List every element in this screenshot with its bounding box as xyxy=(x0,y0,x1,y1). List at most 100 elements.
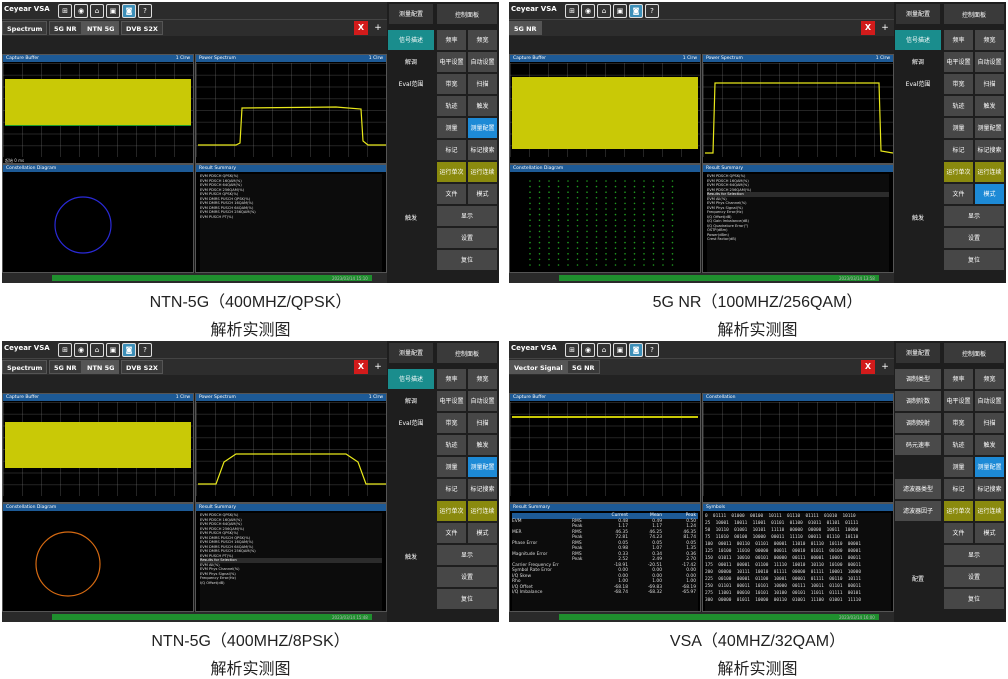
menu-trigger[interactable]: 触发 xyxy=(388,547,434,567)
freq-button[interactable]: 频率 xyxy=(437,369,466,389)
menu-eval-range[interactable]: Eval范围 xyxy=(895,74,941,94)
display-button[interactable]: 显示 xyxy=(944,545,1004,565)
meas-config-button[interactable]: 测量配置 xyxy=(468,118,497,138)
setup-button[interactable]: 设置 xyxy=(944,567,1004,587)
tab-spectrum[interactable]: Spectrum xyxy=(2,21,48,35)
run-single-button[interactable]: 运行单次 xyxy=(944,501,973,521)
preset-button[interactable]: 复位 xyxy=(944,589,1004,609)
windows-icon[interactable]: ⊞ xyxy=(58,4,72,18)
level-button[interactable]: 电平设置 xyxy=(437,391,466,411)
marker-button[interactable]: 标记 xyxy=(944,140,973,160)
file-button[interactable]: 文件 xyxy=(944,184,973,204)
constellation-window[interactable]: Constellation Diagram xyxy=(2,164,194,273)
camera-icon[interactable]: ◙ xyxy=(629,343,643,357)
level-button[interactable]: 电平设置 xyxy=(944,52,973,72)
menu-config[interactable]: 配置 xyxy=(895,569,941,589)
mode-button[interactable]: 模式 xyxy=(468,184,497,204)
tab-5gnr[interactable]: 5G NR xyxy=(49,360,82,374)
bandwidth-button[interactable]: 带宽 xyxy=(944,74,973,94)
setup-button[interactable]: 设置 xyxy=(944,228,1004,248)
tab-spectrum[interactable]: Spectrum xyxy=(2,360,48,374)
level-button[interactable]: 电平设置 xyxy=(944,391,973,411)
marker-button[interactable]: 标记 xyxy=(437,479,466,499)
menu-demod[interactable]: 解调 xyxy=(388,391,434,411)
setup-button[interactable]: 设置 xyxy=(437,228,497,248)
save-icon[interactable]: ▣ xyxy=(613,4,627,18)
home-icon[interactable]: ⌂ xyxy=(90,343,104,357)
bandwidth-button[interactable]: 带宽 xyxy=(944,413,973,433)
menu-mod-map[interactable]: 调制映射 xyxy=(895,413,941,433)
run-single-button[interactable]: 运行单次 xyxy=(437,162,466,182)
constellation-window[interactable]: Constellation Diagram xyxy=(2,503,194,612)
run-cont-button[interactable]: 运行连续 xyxy=(975,501,1004,521)
sweep-button[interactable]: 扫描 xyxy=(468,74,497,94)
menu-trigger[interactable]: 触发 xyxy=(388,208,434,228)
sweep-button[interactable]: 扫描 xyxy=(468,413,497,433)
help-icon[interactable]: ? xyxy=(645,343,659,357)
menu-filter-type[interactable]: 滤波器类型 xyxy=(895,479,941,499)
help-icon[interactable]: ? xyxy=(138,4,152,18)
add-tab-icon[interactable]: + xyxy=(372,360,384,374)
meas-config-button[interactable]: 测量配置 xyxy=(975,118,1004,138)
trigger-button[interactable]: 触发 xyxy=(975,435,1004,455)
auto-set-button[interactable]: 自动设置 xyxy=(975,391,1004,411)
trigger-button[interactable]: 触发 xyxy=(975,96,1004,116)
result-summary-window[interactable]: Result Summary EVM PDSCH QPSK(%) EVM PDS… xyxy=(702,164,894,273)
add-tab-icon[interactable]: + xyxy=(879,360,891,374)
menu-trigger[interactable]: 触发 xyxy=(895,208,941,228)
tab-5gnr[interactable]: 5G NR xyxy=(567,360,600,374)
marker-button[interactable]: 标记 xyxy=(944,479,973,499)
capture-buffer-window[interactable]: Capture Buffer 1 Clrw xyxy=(509,54,701,164)
location-icon[interactable]: ◉ xyxy=(74,343,88,357)
file-button[interactable]: 文件 xyxy=(437,184,466,204)
constellation-window[interactable]: Constellation Diagram xyxy=(509,164,701,273)
symbols-window[interactable]: Symbols 0 01111 01000 00100 10111 01110 … xyxy=(702,503,894,612)
constellation-window[interactable]: Constellation xyxy=(702,393,894,503)
auto-set-button[interactable]: 自动设置 xyxy=(468,52,497,72)
marker-search-button[interactable]: 标记搜索 xyxy=(468,140,497,160)
result-summary-window[interactable]: Result Summary EVM PDSCH QPSK(%) EVM PDS… xyxy=(195,164,387,273)
capture-buffer-window[interactable]: Capture Buffer xyxy=(509,393,701,503)
display-button[interactable]: 显示 xyxy=(437,206,497,226)
measure-button[interactable]: 测量 xyxy=(437,457,466,477)
measure-button[interactable]: 测量 xyxy=(437,118,466,138)
power-spectrum-window[interactable]: Power Spectrum 1 Clrw xyxy=(195,393,387,503)
windows-icon[interactable]: ⊞ xyxy=(58,343,72,357)
capture-buffer-window[interactable]: Capture Buffer 1 Clrw xyxy=(2,393,194,503)
trace-button[interactable]: 轨迹 xyxy=(437,435,466,455)
menu-mod-type[interactable]: 调制类型 xyxy=(895,369,941,389)
menu-eval-range[interactable]: Eval范围 xyxy=(388,74,434,94)
close-icon[interactable]: X xyxy=(861,21,875,35)
bandwidth-button[interactable]: 带宽 xyxy=(437,74,466,94)
add-tab-icon[interactable]: + xyxy=(372,21,384,35)
menu-signal-desc[interactable]: 信号描述 xyxy=(388,369,434,389)
menu-signal-desc[interactable]: 信号描述 xyxy=(895,30,941,50)
close-icon[interactable]: X xyxy=(354,360,368,374)
save-icon[interactable]: ▣ xyxy=(613,343,627,357)
auto-set-button[interactable]: 自动设置 xyxy=(468,391,497,411)
add-tab-icon[interactable]: + xyxy=(879,21,891,35)
run-cont-button[interactable]: 运行连续 xyxy=(975,162,1004,182)
close-icon[interactable]: X xyxy=(354,21,368,35)
trace-button[interactable]: 轨迹 xyxy=(944,435,973,455)
run-cont-button[interactable]: 运行连续 xyxy=(468,501,497,521)
display-button[interactable]: 显示 xyxy=(437,545,497,565)
span-button[interactable]: 频宽 xyxy=(975,369,1004,389)
menu-demod[interactable]: 解调 xyxy=(895,52,941,72)
windows-icon[interactable]: ⊞ xyxy=(565,4,579,18)
file-button[interactable]: 文件 xyxy=(437,523,466,543)
tab-vector-signal[interactable]: Vector Signal xyxy=(509,360,568,374)
sweep-button[interactable]: 扫描 xyxy=(975,413,1004,433)
marker-search-button[interactable]: 标记搜索 xyxy=(468,479,497,499)
location-icon[interactable]: ◉ xyxy=(581,343,595,357)
camera-icon[interactable]: ◙ xyxy=(122,343,136,357)
trigger-button[interactable]: 触发 xyxy=(468,435,497,455)
menu-signal-desc[interactable]: 信号描述 xyxy=(388,30,434,50)
meas-config-button[interactable]: 测量配置 xyxy=(468,457,497,477)
mode-button[interactable]: 模式 xyxy=(975,184,1004,204)
tab-ntn5g[interactable]: NTN 5G xyxy=(82,360,120,374)
tab-5gnr[interactable]: 5G NR xyxy=(49,21,82,35)
auto-set-button[interactable]: 自动设置 xyxy=(975,52,1004,72)
marker-search-button[interactable]: 标记搜索 xyxy=(975,140,1004,160)
result-summary-window[interactable]: Result Summary EVM PDSCH QPSK(%) EVM PDS… xyxy=(195,503,387,612)
